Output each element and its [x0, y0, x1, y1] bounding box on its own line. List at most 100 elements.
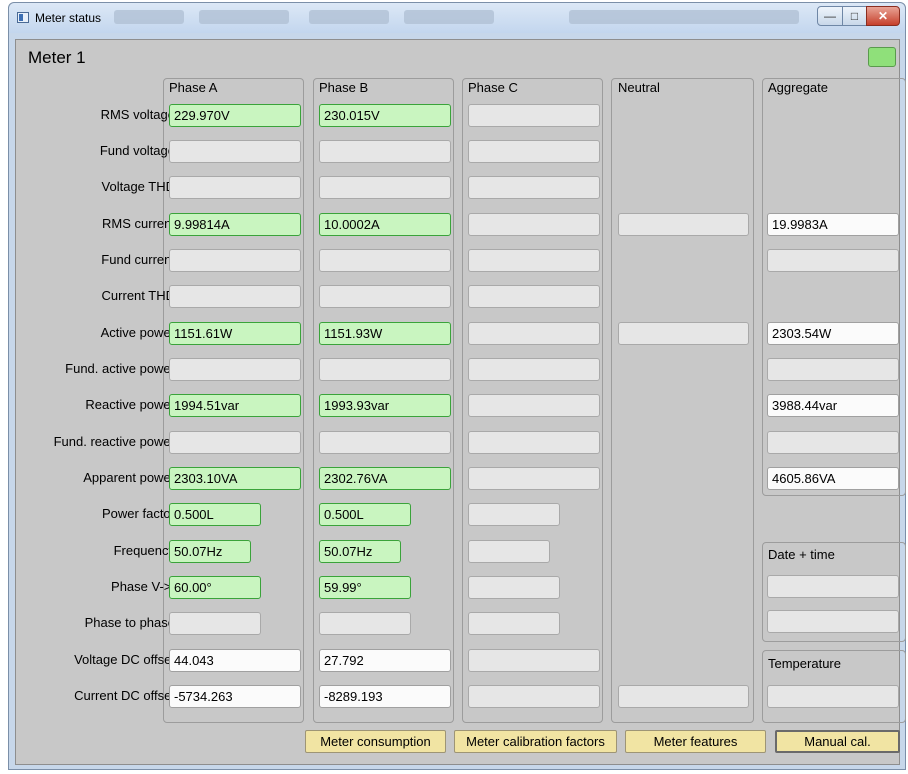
blurred-toolbar-area [114, 10, 184, 24]
fund-voltage-phase-c [468, 140, 600, 163]
window-app-icon [17, 12, 29, 23]
title-bar[interactable]: Meter status — □ ✕ [9, 3, 905, 33]
neutral-heading: Neutral [618, 80, 660, 95]
fund-active-power-phase-b [319, 358, 451, 381]
rms-current-phase-b: 10.0002A [319, 213, 451, 236]
fund-reactive-power-aggregate [767, 431, 899, 454]
close-button[interactable]: ✕ [866, 6, 900, 26]
neutral-group [611, 78, 754, 723]
meter-panel: Meter 1 Phase A Phase B Phase C Neutral … [15, 39, 906, 765]
row-label: Fund. reactive power [53, 434, 175, 449]
current-thd-phase-c [468, 285, 600, 308]
voltage-thd-phase-a [169, 176, 301, 199]
date-field [767, 575, 899, 598]
rms-voltage-phase-b: 230.015V [319, 104, 451, 127]
apparent-power-phase-b: 2302.76VA [319, 467, 451, 490]
phase-to-phase-phase-a [169, 612, 261, 635]
row-label: Current DC offset [74, 688, 175, 703]
current-dc-offset-neutral [618, 685, 749, 708]
phase-v-i-phase-c [468, 576, 560, 599]
time-field [767, 610, 899, 633]
phase-v-i-phase-b: 59.99° [319, 576, 411, 599]
aggregate-heading: Aggregate [768, 80, 828, 95]
meter-calibration-factors-button[interactable]: Meter calibration factors [454, 730, 617, 753]
fund-current-phase-c [468, 249, 600, 272]
reactive-power-phase-a: 1994.51var [169, 394, 301, 417]
row-label: Power factor [102, 506, 175, 521]
phase-v-i-phase-a: 60.00° [169, 576, 261, 599]
row-label: Fund current [101, 252, 175, 267]
phase-to-phase-phase-b [319, 612, 411, 635]
current-dc-offset-phase-c [468, 685, 600, 708]
row-label: Reactive power [85, 397, 175, 412]
fund-reactive-power-phase-a [169, 431, 301, 454]
apparent-power-aggregate: 4605.86VA [767, 467, 899, 490]
fund-active-power-aggregate [767, 358, 899, 381]
active-power-phase-c [468, 322, 600, 345]
row-label: Phase V->I [111, 579, 175, 594]
current-dc-offset-phase-a: -5734.263 [169, 685, 301, 708]
fund-current-aggregate [767, 249, 899, 272]
manual-cal-button[interactable]: Manual cal. [775, 730, 900, 753]
fund-current-phase-b [319, 249, 451, 272]
fund-current-phase-a [169, 249, 301, 272]
rms-voltage-phase-c [468, 104, 600, 127]
row-label: RMS current [102, 216, 175, 231]
fund-active-power-phase-c [468, 358, 600, 381]
meter-title: Meter 1 [28, 48, 86, 67]
current-dc-offset-phase-b: -8289.193 [319, 685, 451, 708]
status-indicator [868, 47, 896, 67]
voltage-dc-offset-phase-a: 44.043 [169, 649, 301, 672]
row-label: Phase to phase [84, 615, 175, 630]
active-power-aggregate: 2303.54W [767, 322, 899, 345]
phase-b-heading: Phase B [319, 80, 369, 95]
row-label: Frequency [113, 543, 175, 558]
window-title: Meter status [35, 11, 102, 25]
meter-status-window: Meter status — □ ✕ Meter 1 Phase A Phase… [8, 2, 906, 770]
voltage-thd-phase-c [468, 176, 600, 199]
phase-c-heading: Phase C [468, 80, 518, 95]
voltage-thd-phase-b [319, 176, 451, 199]
rms-current-phase-a: 9.99814A [169, 213, 301, 236]
row-label: RMS voltage [100, 107, 175, 122]
rms-current-aggregate: 19.9983A [767, 213, 899, 236]
minimize-button[interactable]: — [817, 6, 843, 26]
phase-to-phase-phase-c [468, 612, 560, 635]
phase-a-heading: Phase A [169, 80, 218, 95]
reactive-power-phase-b: 1993.93var [319, 394, 451, 417]
fund-voltage-phase-a [169, 140, 301, 163]
power-factor-phase-a: 0.500L [169, 503, 261, 526]
frequency-phase-c [468, 540, 550, 563]
active-power-phase-a: 1151.61W [169, 322, 301, 345]
maximize-button[interactable]: □ [842, 6, 867, 26]
temperature-field [767, 685, 899, 708]
current-thd-phase-a [169, 285, 301, 308]
blurred-toolbar-area [569, 10, 799, 24]
rms-current-phase-c [468, 213, 600, 236]
row-label: Active power [100, 325, 175, 340]
rms-voltage-phase-a: 229.970V [169, 104, 301, 127]
power-factor-phase-b: 0.500L [319, 503, 411, 526]
temperature-heading: Temperature [768, 656, 841, 671]
voltage-dc-offset-phase-c [468, 649, 600, 672]
row-label: Voltage DC offset [74, 652, 175, 667]
fund-voltage-phase-b [319, 140, 451, 163]
row-label: Voltage THD [101, 179, 175, 194]
frequency-phase-b: 50.07Hz [319, 540, 401, 563]
apparent-power-phase-c [468, 467, 600, 490]
row-label: Current THD [101, 288, 175, 303]
row-label: Apparent power [83, 470, 175, 485]
reactive-power-phase-c [468, 394, 600, 417]
meter-consumption-button[interactable]: Meter consumption [305, 730, 446, 753]
blurred-toolbar-area [309, 10, 389, 24]
active-power-phase-b: 1151.93W [319, 322, 451, 345]
fund-reactive-power-phase-c [468, 431, 600, 454]
active-power-neutral [618, 322, 749, 345]
blurred-toolbar-area [404, 10, 494, 24]
power-factor-phase-c [468, 503, 560, 526]
blurred-toolbar-area [199, 10, 289, 24]
meter-features-button[interactable]: Meter features [625, 730, 766, 753]
frequency-phase-a: 50.07Hz [169, 540, 251, 563]
rms-current-neutral [618, 213, 749, 236]
voltage-dc-offset-phase-b: 27.792 [319, 649, 451, 672]
